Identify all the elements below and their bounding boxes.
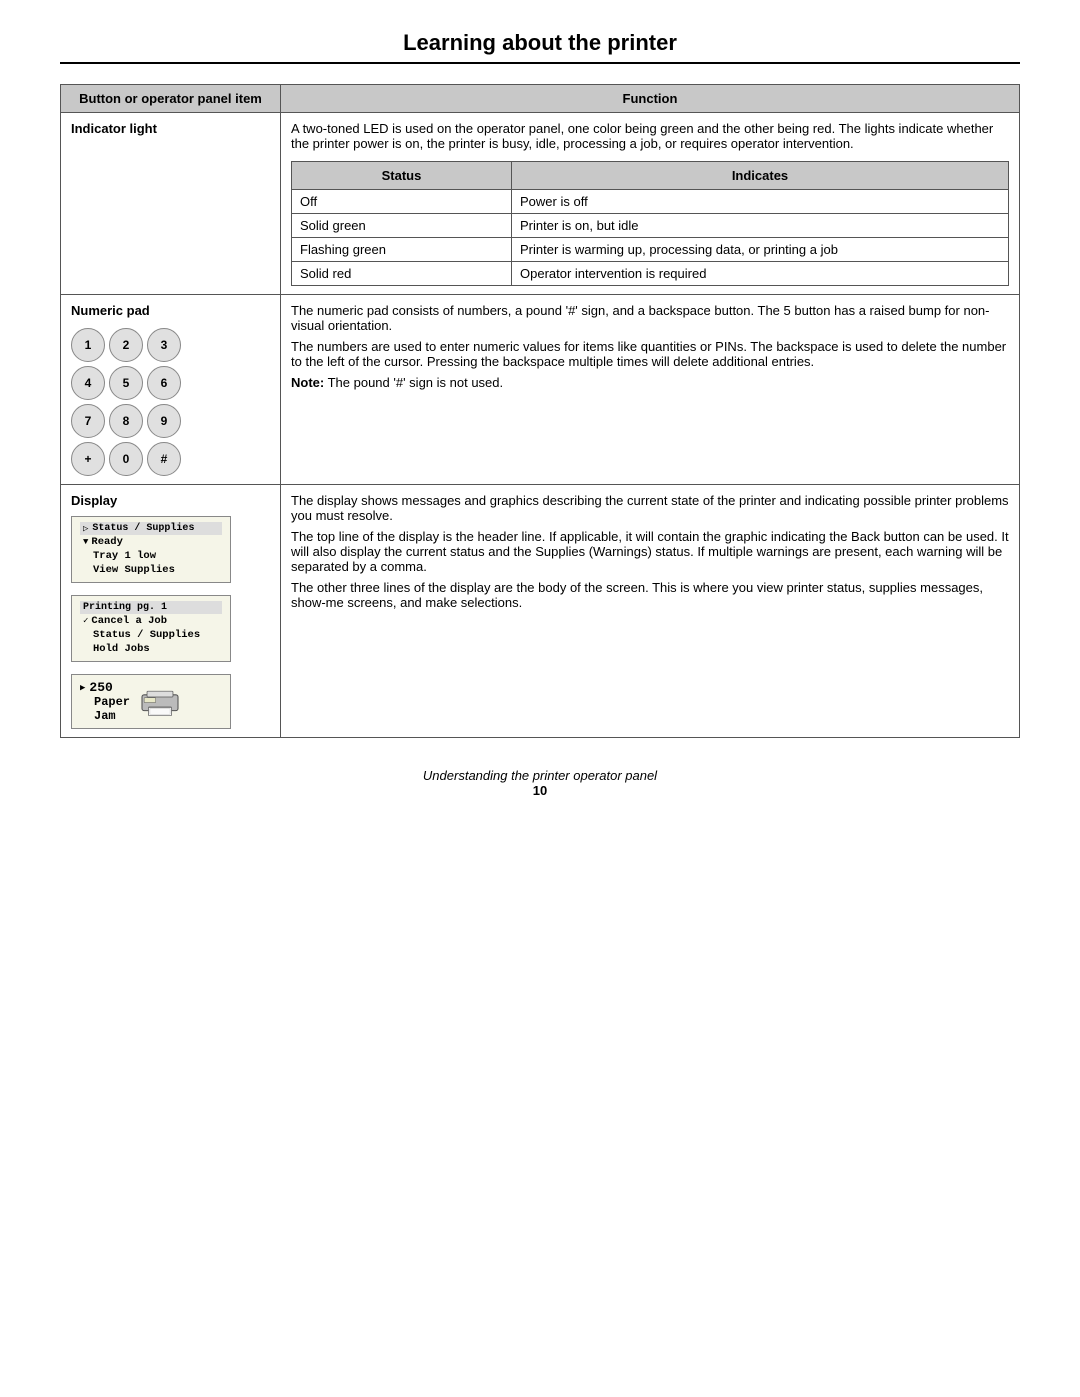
checkmark-icon: ▼ bbox=[83, 537, 88, 547]
triangle-icon: ▷ bbox=[83, 524, 88, 534]
numpad-9[interactable]: 9 bbox=[147, 404, 181, 438]
display-screen-3: ▶ 250 Paper Jam bbox=[71, 674, 231, 729]
display1-line3: View Supplies bbox=[80, 563, 222, 577]
numpad-0[interactable]: 0 bbox=[109, 442, 143, 476]
display2-header: Printing pg. 1 bbox=[80, 601, 222, 614]
page-title: Learning about the printer bbox=[60, 30, 1020, 56]
checkmark2-icon: ✓ bbox=[83, 616, 88, 626]
numpad-grid: 1 2 3 4 5 6 7 8 9 + 0 # bbox=[71, 328, 270, 476]
col-header-function: Function bbox=[281, 85, 1020, 113]
display2-line3: Hold Jobs bbox=[80, 642, 222, 656]
numpad-note-text: The pound '#' sign is not used. bbox=[324, 375, 503, 390]
display-p1: The display shows messages and graphics … bbox=[291, 493, 1009, 523]
numpad-7[interactable]: 7 bbox=[71, 404, 105, 438]
status-row-solid-green: Solid green Printer is on, but idle bbox=[292, 214, 1009, 238]
status-row-off: Off Power is off bbox=[292, 190, 1009, 214]
numeric-pad-label: Numeric pad bbox=[71, 303, 270, 318]
display1-line1: ▼ Ready bbox=[80, 535, 222, 549]
display2-line2: Status / Supplies bbox=[80, 628, 222, 642]
indicator-light-intro: A two-toned LED is used on the operator … bbox=[291, 121, 1009, 151]
indicates-flashing-green: Printer is warming up, processing data, … bbox=[512, 238, 1009, 262]
numpad-hash[interactable]: # bbox=[147, 442, 181, 476]
indicates-col-header: Indicates bbox=[512, 162, 1009, 190]
display-p3: The other three lines of the display are… bbox=[291, 580, 1009, 610]
main-table: Button or operator panel item Function I… bbox=[60, 84, 1020, 738]
page-footer: Understanding the printer operator panel… bbox=[60, 768, 1020, 798]
footer-caption: Understanding the printer operator panel bbox=[423, 768, 657, 783]
status-col-header: Status bbox=[292, 162, 512, 190]
status-row-flashing-green: Flashing green Printer is warming up, pr… bbox=[292, 238, 1009, 262]
status-solid-green: Solid green bbox=[292, 214, 512, 238]
status-row-solid-red: Solid red Operator intervention is requi… bbox=[292, 262, 1009, 286]
numpad-note-label: Note: bbox=[291, 375, 324, 390]
indicates-solid-red: Operator intervention is required bbox=[512, 262, 1009, 286]
item-display: Display ▷ Status / Supplies ▼ Ready Tray… bbox=[61, 485, 281, 738]
printer-icon bbox=[138, 684, 182, 720]
numpad-8[interactable]: 8 bbox=[109, 404, 143, 438]
row-numeric-pad: Numeric pad 1 2 3 4 5 6 7 8 9 + 0 # The bbox=[61, 295, 1020, 485]
numpad-6[interactable]: 6 bbox=[147, 366, 181, 400]
numpad-note: Note: The pound '#' sign is not used. bbox=[291, 375, 1009, 390]
indicates-solid-green: Printer is on, but idle bbox=[512, 214, 1009, 238]
function-indicator-light: A two-toned LED is used on the operator … bbox=[281, 113, 1020, 295]
display2-line1: ✓ Cancel a Job bbox=[80, 614, 222, 628]
function-display: The display shows messages and graphics … bbox=[281, 485, 1020, 738]
numpad-plus[interactable]: + bbox=[71, 442, 105, 476]
title-divider bbox=[60, 62, 1020, 64]
display1-line2: Tray 1 low bbox=[80, 549, 222, 563]
numpad-p2: The numbers are used to enter numeric va… bbox=[291, 339, 1009, 369]
indicates-off: Power is off bbox=[512, 190, 1009, 214]
function-numeric-pad: The numeric pad consists of numbers, a p… bbox=[281, 295, 1020, 485]
numpad-4[interactable]: 4 bbox=[71, 366, 105, 400]
numpad-2[interactable]: 2 bbox=[109, 328, 143, 362]
status-solid-red: Solid red bbox=[292, 262, 512, 286]
row-indicator-light: Indicator light A two-toned LED is used … bbox=[61, 113, 1020, 295]
numpad-3[interactable]: 3 bbox=[147, 328, 181, 362]
display-screen-1: ▷ Status / Supplies ▼ Ready Tray 1 low V… bbox=[71, 516, 231, 583]
col-header-item: Button or operator panel item bbox=[61, 85, 281, 113]
numpad-p1: The numeric pad consists of numbers, a p… bbox=[291, 303, 1009, 333]
display3-paper: Paper bbox=[94, 695, 130, 709]
display1-header: ▷ Status / Supplies bbox=[80, 522, 222, 535]
footer-page-number: 10 bbox=[533, 783, 547, 798]
display3-jam: Jam bbox=[94, 709, 130, 723]
display3-number: ▶ 250 bbox=[80, 680, 130, 695]
numpad-1[interactable]: 1 bbox=[71, 328, 105, 362]
numpad-5[interactable]: 5 bbox=[109, 366, 143, 400]
item-numeric-pad: Numeric pad 1 2 3 4 5 6 7 8 9 + 0 # bbox=[61, 295, 281, 485]
item-indicator-light: Indicator light bbox=[61, 113, 281, 295]
display3-text: ▶ 250 Paper Jam bbox=[80, 680, 130, 723]
arrow-icon: ▶ bbox=[80, 683, 85, 693]
status-off: Off bbox=[292, 190, 512, 214]
status-flashing-green: Flashing green bbox=[292, 238, 512, 262]
display-screen-2: Printing pg. 1 ✓ Cancel a Job Status / S… bbox=[71, 595, 231, 662]
display-p2: The top line of the display is the heade… bbox=[291, 529, 1009, 574]
status-table: Status Indicates Off Power is off Solid … bbox=[291, 161, 1009, 286]
display-label: Display bbox=[71, 493, 270, 508]
row-display: Display ▷ Status / Supplies ▼ Ready Tray… bbox=[61, 485, 1020, 738]
